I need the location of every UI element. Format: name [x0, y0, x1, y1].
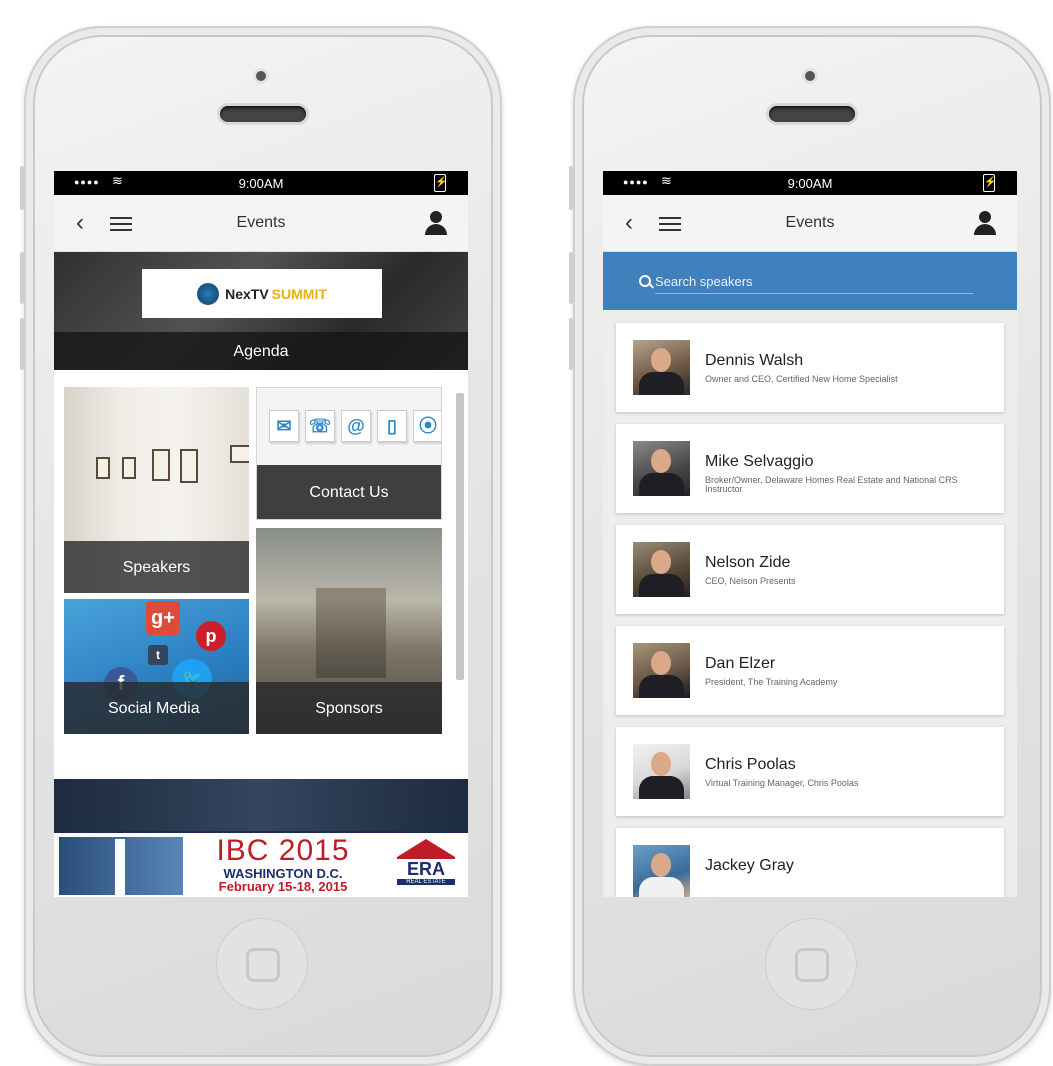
- mute-switch: [569, 166, 573, 210]
- speaker-name: Chris Poolas: [705, 756, 796, 773]
- speaker-name: Jackey Gray: [705, 857, 794, 874]
- speaker-card[interactable]: Chris Poolas Virtual Training Manager, C…: [616, 727, 1004, 816]
- volume-down-button: [20, 318, 24, 370]
- volume-up-button: [20, 252, 24, 304]
- at-icon: @: [341, 410, 371, 442]
- logo-text: NexTV: [225, 285, 269, 302]
- tile-sponsors[interactable]: Sponsors: [256, 528, 442, 734]
- ibc-title: IBC 2015: [216, 834, 350, 867]
- speaker-title: Broker/Owner, Delaware Homes Real Estate…: [705, 475, 958, 494]
- battery-icon: ⚡: [434, 174, 447, 192]
- speaker-card[interactable]: Dennis Walsh Owner and CEO, Certified Ne…: [616, 323, 1004, 412]
- tile-contact-label: Contact Us: [257, 465, 441, 519]
- earpiece-speaker: [769, 106, 855, 122]
- tile-social-media[interactable]: g+ p t 🐦 f Social Media: [64, 599, 249, 734]
- speaker-avatar: [633, 744, 690, 799]
- mute-switch: [20, 166, 24, 210]
- speaker-avatar: [633, 441, 690, 496]
- front-camera: [805, 71, 815, 81]
- user-icon[interactable]: [973, 211, 997, 235]
- event-logo: NexTV SUMMIT: [142, 269, 382, 318]
- battery-icon: ⚡: [983, 174, 996, 192]
- speaker-card[interactable]: Nelson Zide CEO, Nelson Presents: [616, 525, 1004, 614]
- screen-right: ●●●● ≋ 9:00AM ⚡ ‹ Events Dennis Walsh Ow…: [603, 171, 1017, 897]
- speaker-avatar: [633, 643, 690, 698]
- screen-left: ●●●● ≋ 9:00AM ⚡ ‹ Events NexTV SUMMIT Ag…: [54, 171, 468, 897]
- page-title: Events: [785, 214, 835, 231]
- google-plus-icon: g+: [146, 601, 180, 635]
- era-logo: ERA REAL ESTATE: [397, 839, 455, 893]
- logo-accent-text: SUMMIT: [271, 285, 327, 302]
- speaker-title: Virtual Training Manager, Chris Poolas: [705, 778, 859, 788]
- volume-up-button: [569, 252, 573, 304]
- tile-speakers[interactable]: Speakers: [64, 387, 249, 593]
- tile-sponsors-label: Sponsors: [256, 682, 442, 734]
- ibc-text-block: IBC 2015 WASHINGTON D.C. February 15-18,…: [192, 835, 374, 894]
- tile-contact-us[interactable]: ✉ ☏ @ ▯ ⦿ Contact Us: [256, 387, 442, 520]
- speaker-title: Owner and CEO, Certified New Home Specia…: [705, 374, 898, 384]
- speaker-avatar: [633, 542, 690, 597]
- speaker-avatar: [633, 340, 690, 395]
- speaker-name: Dan Elzer: [705, 655, 776, 672]
- phone-frame-right: ●●●● ≋ 9:00AM ⚡ ‹ Events Dennis Walsh Ow…: [569, 26, 1051, 1066]
- speaker-name: Mike Selvaggio: [705, 453, 814, 470]
- event-hero: NexTV SUMMIT Agenda: [54, 252, 468, 370]
- status-time: 9:00AM: [787, 176, 833, 191]
- ibc-dates: February 15-18, 2015: [218, 879, 348, 894]
- location-icon: ⦿: [413, 410, 441, 442]
- phone-frame-left: ●●●● ≋ 9:00AM ⚡ ‹ Events NexTV SUMMIT Ag…: [20, 26, 502, 1066]
- search-bar: [603, 252, 1017, 310]
- home-button[interactable]: [765, 918, 857, 1010]
- pinterest-icon: p: [196, 621, 226, 651]
- home-button[interactable]: [216, 918, 308, 1010]
- agenda-button[interactable]: Agenda: [54, 332, 468, 370]
- nav-bar: ‹ Events: [603, 195, 1017, 252]
- search-input[interactable]: [655, 269, 973, 294]
- contact-icons: ✉ ☏ @ ▯ ⦿: [269, 410, 441, 442]
- volume-down-button: [569, 318, 573, 370]
- tile-social-label: Social Media: [64, 682, 249, 734]
- status-bar: ●●●● ≋ 9:00AM ⚡: [603, 171, 1017, 195]
- tile-speakers-label: Speakers: [64, 541, 249, 593]
- speaker-list: Dennis Walsh Owner and CEO, Certified Ne…: [603, 310, 1017, 897]
- speaker-card[interactable]: Dan Elzer President, The Training Academ…: [616, 626, 1004, 715]
- status-bar: ●●●● ≋ 9:00AM ⚡: [54, 171, 468, 195]
- user-icon[interactable]: [424, 211, 448, 235]
- status-time: 9:00AM: [238, 176, 284, 191]
- mobile-icon: ▯: [377, 410, 407, 442]
- tumblr-icon: t: [148, 645, 168, 665]
- mail-icon: ✉: [269, 410, 299, 442]
- earpiece-speaker: [220, 106, 306, 122]
- globe-icon: [197, 282, 220, 305]
- era-logo-text: ERA: [397, 857, 455, 879]
- speaker-card[interactable]: Mike Selvaggio Broker/Owner, Delaware Ho…: [616, 424, 1004, 513]
- speaker-name: Nelson Zide: [705, 554, 791, 571]
- nav-bar: ‹ Events: [54, 195, 468, 252]
- page-title: Events: [236, 214, 286, 231]
- search-icon: [639, 275, 651, 287]
- speaker-title: CEO, Nelson Presents: [705, 576, 796, 586]
- menu-tiles: Speakers ✉ ☏ @ ▯ ⦿ Contact Us Sponsors g…: [54, 370, 468, 779]
- speaker-name: Dennis Walsh: [705, 352, 804, 369]
- speaker-title: President, The Training Academy: [705, 677, 838, 687]
- scrollbar[interactable]: [456, 393, 464, 680]
- ibc-banner[interactable]: IBC 2015 WASHINGTON D.C. February 15-18,…: [54, 831, 468, 897]
- era-logo-sub: REAL ESTATE: [397, 879, 455, 885]
- phone-icon: ☏: [305, 410, 335, 442]
- capitol-graphic: [59, 837, 183, 895]
- speaker-avatar: [633, 845, 690, 897]
- front-camera: [256, 71, 266, 81]
- banner-backdrop: [54, 779, 468, 831]
- speaker-card[interactable]: Jackey Gray: [616, 828, 1004, 897]
